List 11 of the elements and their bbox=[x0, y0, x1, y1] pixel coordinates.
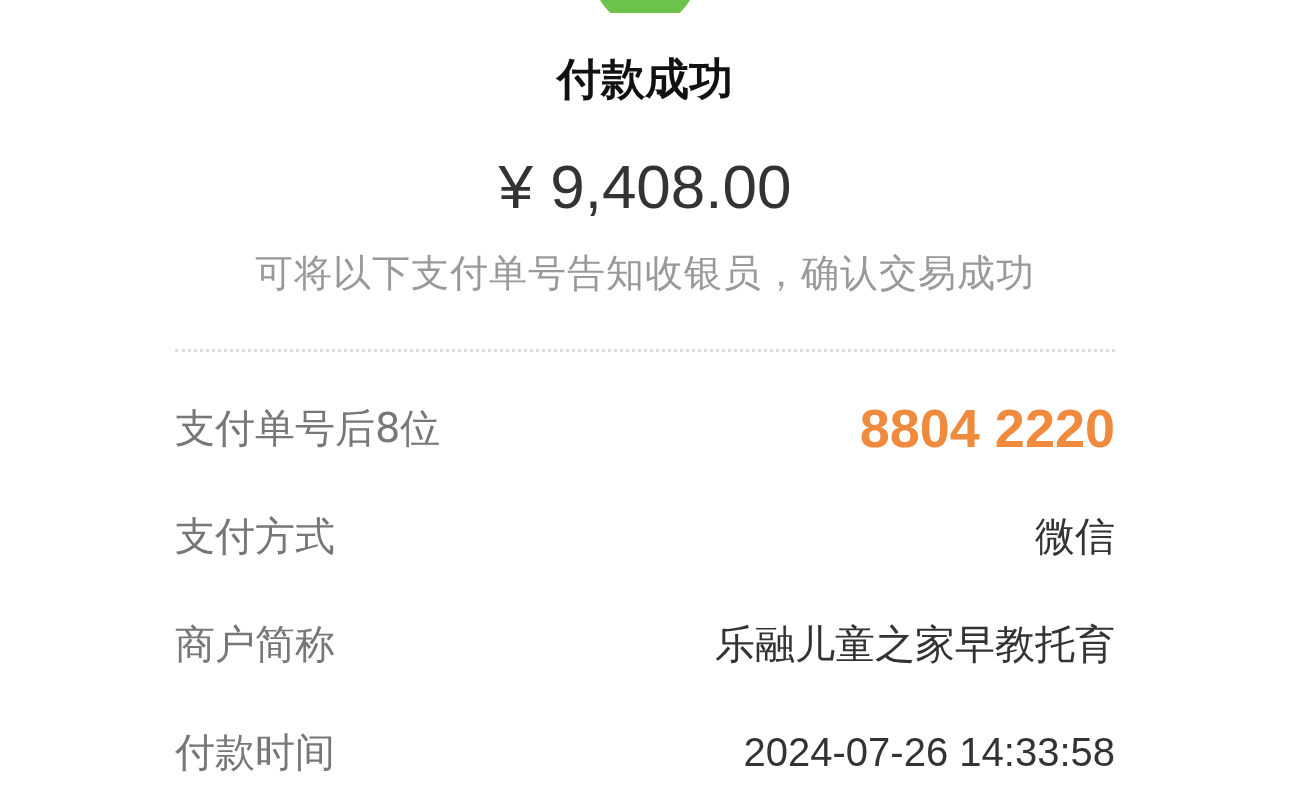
row-value: 微信 bbox=[1035, 512, 1115, 560]
row-value: 乐融儿童之家早教托育 bbox=[715, 620, 1115, 668]
amount: ¥ 9,408.00 bbox=[498, 151, 792, 223]
status-title: 付款成功 bbox=[557, 52, 733, 106]
row-value: 8804 2220 bbox=[859, 397, 1115, 459]
row-label: 付款时间 bbox=[175, 727, 335, 777]
row-value: 2024-07-26 14:33:58 bbox=[743, 729, 1115, 775]
row-label: 商户简称 bbox=[175, 619, 335, 669]
row-label: 支付单号后8位 bbox=[175, 403, 441, 453]
hint-text: 可将以下支付单号告知收银员，确认交易成功 bbox=[255, 250, 1035, 297]
row-label: 支付方式 bbox=[175, 511, 335, 561]
